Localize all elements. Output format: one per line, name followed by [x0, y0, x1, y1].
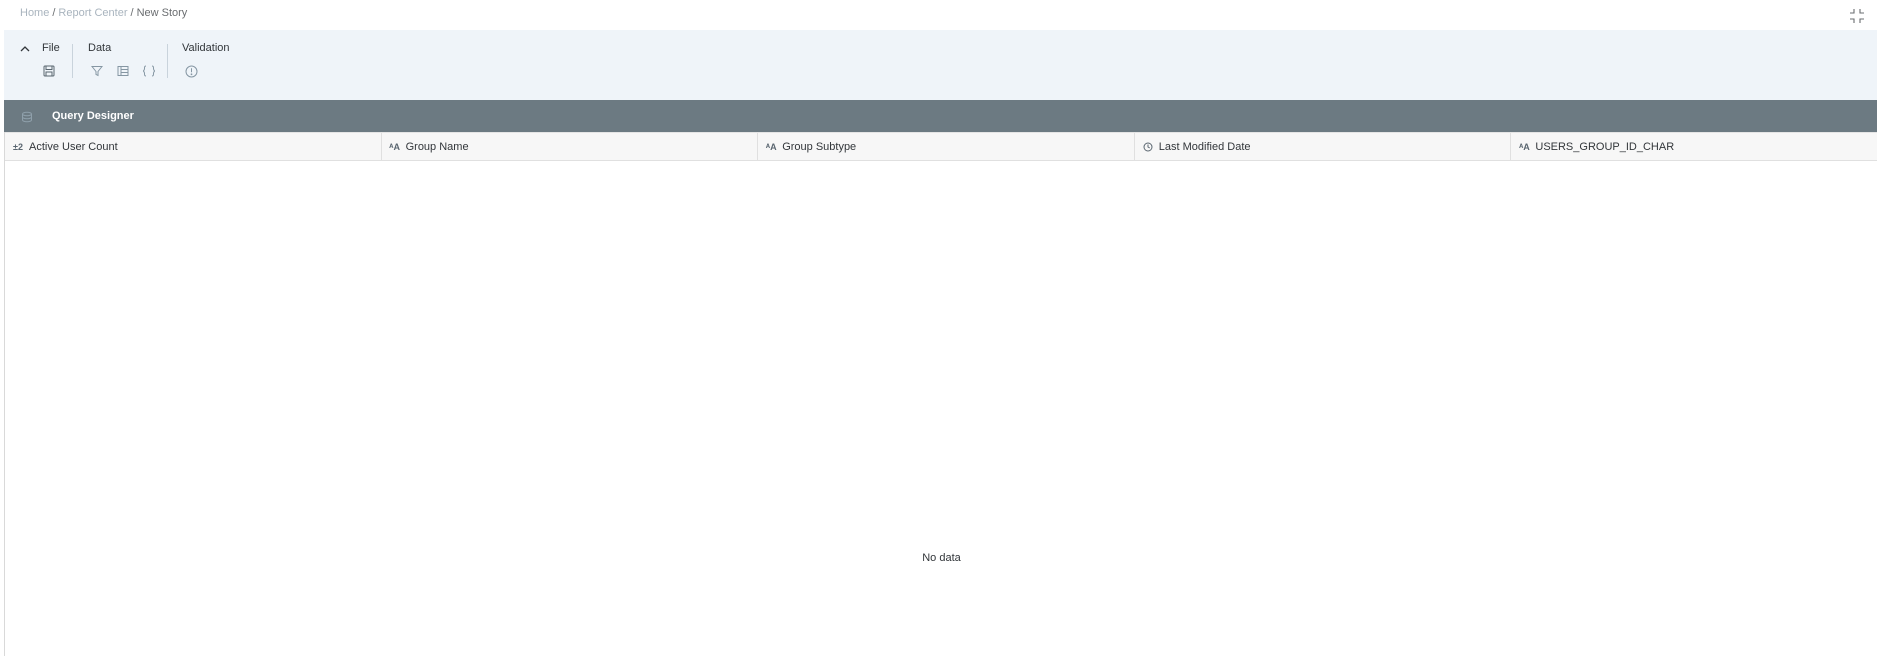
query-designer-header: Query Designer	[4, 100, 1877, 132]
column-header-label: Group Name	[405, 141, 469, 153]
top-bar: Home / Report Center / New Story	[0, 0, 1877, 30]
exit-fullscreen-icon[interactable]	[1849, 8, 1865, 24]
column-header-group-name[interactable]: ᴬA Group Name	[382, 133, 759, 161]
column-header-label: Group Subtype	[782, 141, 857, 153]
breadcrumb-current: New Story	[136, 7, 188, 19]
table-columns-button[interactable]	[114, 62, 132, 80]
column-header-last-modified-date[interactable]: Last Modified Date	[1135, 133, 1512, 161]
curly-braces-icon	[142, 65, 156, 77]
column-header-label: Active User Count	[29, 141, 118, 153]
toolbar-group-file: File	[42, 30, 72, 100]
toolbar-group-file-label: File	[42, 42, 60, 54]
toolbar-group-data-label: Data	[88, 42, 112, 54]
text-type-icon: ᴬA	[389, 142, 401, 152]
database-icon	[21, 110, 33, 123]
column-header-active-user-count[interactable]: ±2 Active User Count	[5, 133, 382, 161]
text-type-icon: ᴬA	[1518, 142, 1530, 152]
toolbar-group-validation: Validation	[182, 30, 242, 100]
toolbar: File Data Validation	[4, 30, 1877, 100]
breadcrumb-separator: /	[52, 7, 56, 19]
column-header-label: USERS_GROUP_ID_CHAR	[1535, 141, 1675, 153]
validate-button[interactable]	[182, 62, 200, 80]
toolbar-divider	[72, 44, 73, 78]
breadcrumb-home[interactable]: Home	[20, 7, 49, 19]
query-results-grid: ±2 Active User Count ᴬA Group Name ᴬA Gr…	[4, 132, 1877, 656]
filter-icon	[91, 66, 103, 77]
text-type-icon: ᴬA	[765, 142, 777, 152]
panel-title: Query Designer	[52, 110, 134, 122]
toolbar-divider	[167, 44, 168, 78]
collapse-toolbar-chevron-up-icon[interactable]	[18, 41, 32, 55]
number-type-icon: ±2	[13, 142, 23, 152]
alert-circle-icon	[185, 65, 197, 77]
filter-button[interactable]	[88, 62, 106, 80]
empty-state-message: No data	[922, 552, 961, 564]
breadcrumb: Home / Report Center / New Story	[20, 7, 187, 19]
column-header-label: Last Modified Date	[1158, 141, 1251, 153]
toolbar-group-data: Data	[88, 30, 168, 100]
save-icon	[43, 65, 55, 77]
table-icon	[117, 66, 129, 76]
column-header-users-group-id-char[interactable]: ᴬA USERS_GROUP_ID_CHAR	[1511, 133, 1877, 161]
column-header-group-subtype[interactable]: ᴬA Group Subtype	[758, 133, 1135, 161]
toolbar-group-validation-label: Validation	[182, 42, 230, 54]
formula-button[interactable]	[140, 62, 158, 80]
date-time-type-icon	[1141, 141, 1155, 153]
breadcrumb-separator: /	[130, 7, 134, 19]
save-button[interactable]	[40, 62, 58, 80]
breadcrumb-report-center[interactable]: Report Center	[58, 7, 127, 19]
grid-header-row: ±2 Active User Count ᴬA Group Name ᴬA Gr…	[5, 132, 1877, 161]
